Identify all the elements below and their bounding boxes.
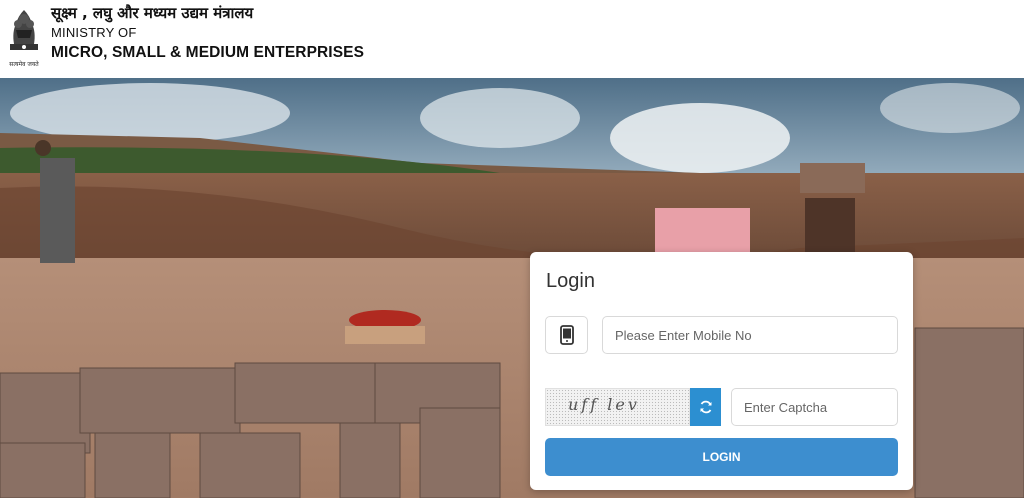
refresh-captcha-button[interactable] xyxy=(690,388,721,426)
national-emblem-logo: सत्यमेव जयते xyxy=(9,10,39,68)
ministry-hindi-title: सूक्ष्म , लघु और मध्यम उद्यम मंत्रालय xyxy=(51,4,254,22)
ministry-name: MICRO, SMALL & MEDIUM ENTERPRISES xyxy=(51,44,365,61)
site-header: सत्यमेव जयते सूक्ष्म , लघु और मध्यम उद्य… xyxy=(0,0,1024,78)
refresh-icon xyxy=(700,400,711,414)
emblem-caption: सत्यमेव जयते xyxy=(9,60,39,68)
captcha-input[interactable] xyxy=(731,388,898,426)
login-button[interactable]: LOGIN xyxy=(545,438,898,476)
login-title: Login xyxy=(546,270,595,292)
mobile-number-input[interactable] xyxy=(602,316,898,354)
ministry-of-label: MINISTRY OF xyxy=(51,25,137,40)
captcha-image: uff lev xyxy=(545,388,690,426)
mobile-icon-box xyxy=(545,316,588,354)
mobile-phone-icon xyxy=(559,325,574,345)
login-card: Login uff lev LOGIN xyxy=(530,252,913,490)
captcha-text: uff lev xyxy=(568,395,640,414)
